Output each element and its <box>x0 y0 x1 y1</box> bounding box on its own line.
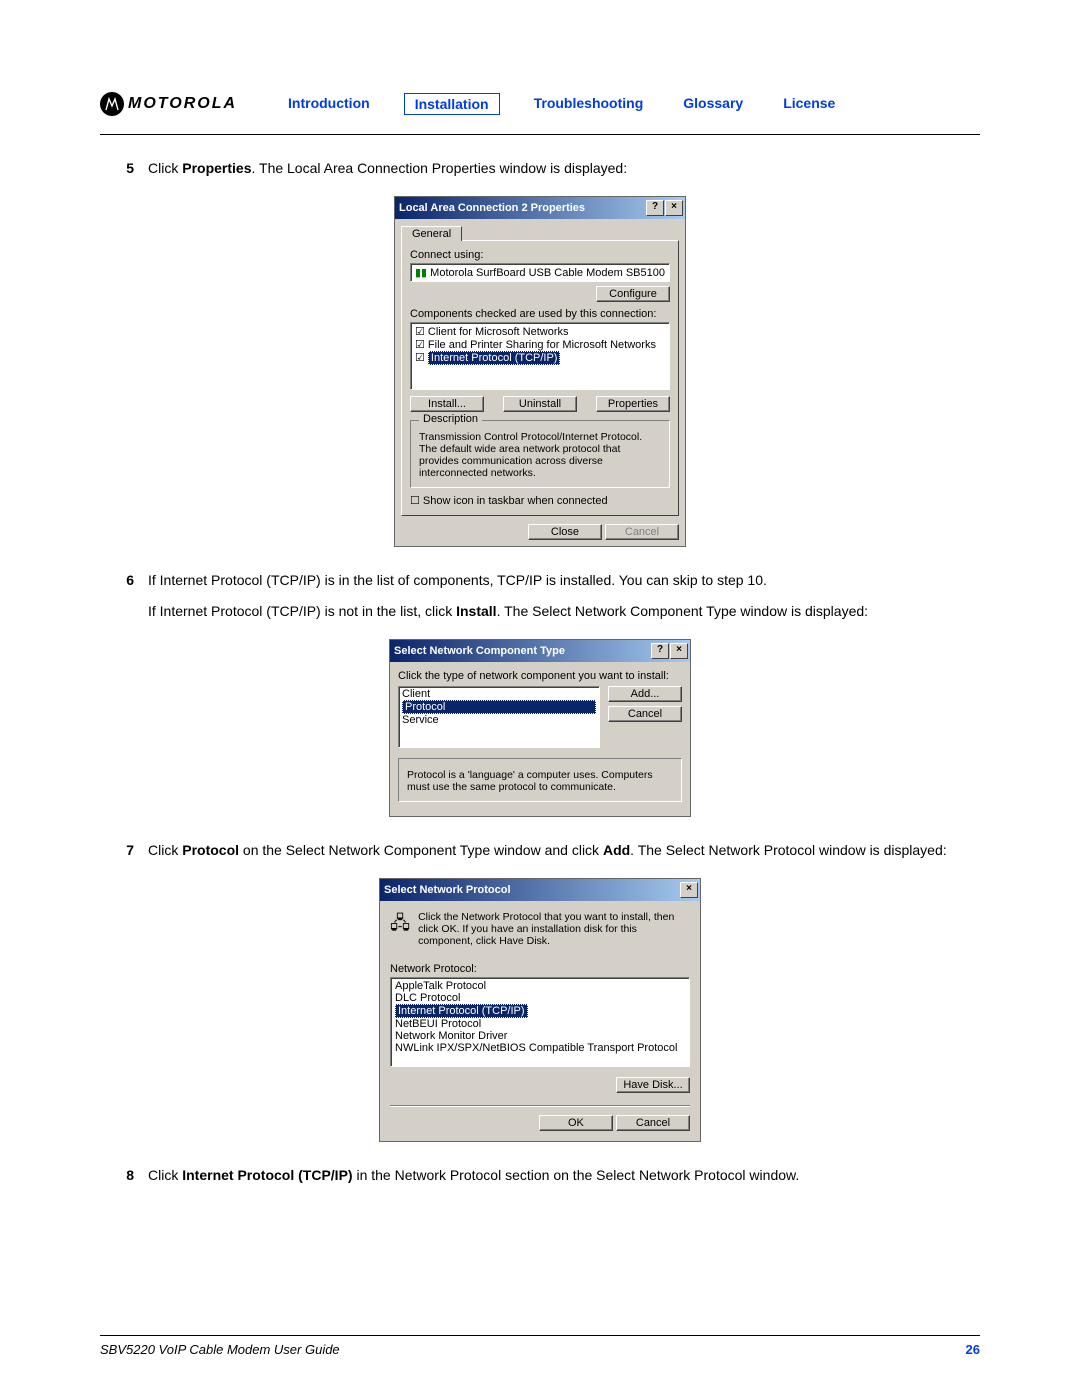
window-title: Select Network Component Type <box>394 645 565 657</box>
step-number: 6 <box>100 571 148 633</box>
list-item: Client <box>402 688 596 700</box>
motorola-icon <box>100 92 124 116</box>
select-network-protocol-window: Select Network Protocol × 🖧 Click the Ne… <box>379 878 701 1142</box>
device-icon: ▮▮ <box>415 267 427 279</box>
protocol-instructions: Click the Network Protocol that you want… <box>418 911 690 947</box>
ok-button[interactable]: OK <box>539 1115 613 1131</box>
step-7-text: Click Protocol on the Select Network Com… <box>148 841 980 860</box>
components-label: Components checked are used by this conn… <box>410 308 670 320</box>
component-note: Protocol is a 'language' a computer uses… <box>407 769 673 793</box>
step-8-text: Click Internet Protocol (TCP/IP) in the … <box>148 1166 980 1185</box>
protocol-list[interactable]: AppleTalk Protocol DLC Protocol Internet… <box>390 977 690 1067</box>
close-button[interactable]: Close <box>528 524 602 540</box>
step-number: 7 <box>100 841 148 872</box>
component-list[interactable]: Client Protocol Service <box>398 686 600 748</box>
configure-button[interactable]: Configure <box>596 286 670 302</box>
cancel-button[interactable]: Cancel <box>616 1115 690 1131</box>
select-component-type-window: Select Network Component Type ? × Click … <box>389 639 691 817</box>
description-text: Transmission Control Protocol/Internet P… <box>419 431 661 479</box>
help-icon[interactable]: ? <box>646 200 664 216</box>
step-5-text: Click Properties. The Local Area Connect… <box>148 159 980 178</box>
connect-using-label: Connect using: <box>410 249 670 261</box>
window-title: Local Area Connection 2 Properties <box>399 202 585 214</box>
step-8: 8 Click Internet Protocol (TCP/IP) in th… <box>100 1166 980 1197</box>
nav-introduction[interactable]: Introduction <box>282 93 376 115</box>
list-item: DLC Protocol <box>395 992 685 1004</box>
nav-license[interactable]: License <box>777 93 841 115</box>
step-6-text-2: If Internet Protocol (TCP/IP) is not in … <box>148 602 980 621</box>
cancel-button[interactable]: Cancel <box>608 706 682 722</box>
close-icon[interactable]: × <box>680 882 698 898</box>
step-7: 7 Click Protocol on the Select Network C… <box>100 841 980 872</box>
properties-button[interactable]: Properties <box>596 396 670 412</box>
page-footer: SBV5220 VoIP Cable Modem User Guide 26 <box>100 1335 980 1357</box>
install-button[interactable]: Install... <box>410 396 484 412</box>
list-item: AppleTalk Protocol <box>395 980 685 992</box>
components-list[interactable]: Client for Microsoft Networks File and P… <box>410 322 670 390</box>
have-disk-button[interactable]: Have Disk... <box>616 1077 690 1093</box>
step-5: 5 Click Properties. The Local Area Conne… <box>100 159 980 190</box>
show-icon-checkbox[interactable]: Show icon in taskbar when connected <box>410 494 670 507</box>
nav-troubleshooting[interactable]: Troubleshooting <box>528 93 650 115</box>
lan-properties-window: Local Area Connection 2 Properties ? × G… <box>394 196 686 547</box>
list-item: Internet Protocol (TCP/IP) <box>395 1004 685 1018</box>
nav-glossary[interactable]: Glossary <box>677 93 749 115</box>
page-header: MOTOROLA Introduction Installation Troub… <box>100 92 980 135</box>
description-label: Description <box>419 413 482 425</box>
list-item: Protocol <box>402 700 596 714</box>
tab-general[interactable]: General <box>401 226 462 241</box>
step-number: 8 <box>100 1166 148 1197</box>
add-button[interactable]: Add... <box>608 686 682 702</box>
guide-title: SBV5220 VoIP Cable Modem User Guide <box>100 1342 340 1357</box>
cancel-button: Cancel <box>605 524 679 540</box>
list-item: Service <box>402 714 596 726</box>
close-icon[interactable]: × <box>665 200 683 216</box>
component-type-label: Click the type of network component you … <box>398 670 682 682</box>
list-item: Network Monitor Driver <box>395 1030 685 1042</box>
nav-bar: Introduction Installation Troubleshootin… <box>282 93 841 115</box>
step-6: 6 If Internet Protocol (TCP/IP) is in th… <box>100 571 980 633</box>
list-item: Client for Microsoft Networks <box>415 325 665 338</box>
device-field: ▮▮ Motorola SurfBoard USB Cable Modem SB… <box>410 263 670 282</box>
help-icon[interactable]: ? <box>651 643 669 659</box>
protocol-icon: 🖧 <box>390 911 410 947</box>
list-item: NWLink IPX/SPX/NetBIOS Compatible Transp… <box>395 1042 685 1054</box>
uninstall-button[interactable]: Uninstall <box>503 396 577 412</box>
list-item: NetBEUI Protocol <box>395 1018 685 1030</box>
protocol-list-label: Network Protocol: <box>390 963 690 975</box>
close-icon[interactable]: × <box>670 643 688 659</box>
nav-installation[interactable]: Installation <box>404 93 500 115</box>
window-title: Select Network Protocol <box>384 884 511 896</box>
list-item: Internet Protocol (TCP/IP) <box>415 351 665 365</box>
brand-label: MOTOROLA <box>128 95 237 113</box>
step-number: 5 <box>100 159 148 190</box>
list-item: File and Printer Sharing for Microsoft N… <box>415 338 665 351</box>
step-6-text-1: If Internet Protocol (TCP/IP) is in the … <box>148 571 980 590</box>
page-number: 26 <box>966 1342 980 1357</box>
